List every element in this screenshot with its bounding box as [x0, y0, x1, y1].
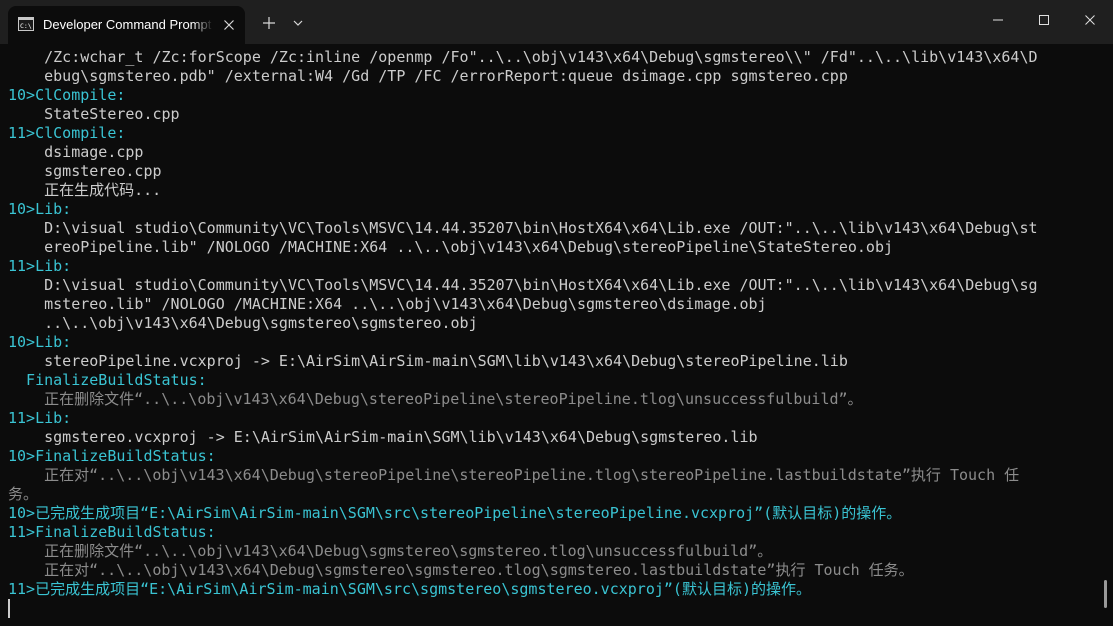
terminal-line-text: 正在对“..\..\obj\v143\x64\Debug\stereoPipel…	[8, 466, 1020, 484]
terminal-line: 务。	[8, 485, 1093, 504]
terminal-line: 10>已完成生成项目“E:\AirSim\AirSim-main\SGM\src…	[8, 504, 1093, 523]
terminal-line-text: 10>已完成生成项目“E:\AirSim\AirSim-main\SGM\src…	[8, 504, 902, 522]
maximize-button[interactable]	[1021, 0, 1067, 40]
terminal-line: 11>已完成生成项目“E:\AirSim\AirSim-main\SGM\src…	[8, 580, 1093, 599]
terminal-icon: C:\	[18, 17, 34, 31]
terminal-line: 10>FinalizeBuildStatus:	[8, 447, 1093, 466]
terminal-line: mstereo.lib" /NOLOGO /MACHINE:X64 ..\..\…	[8, 295, 1093, 314]
terminal-line-text: sgmstereo.vcxproj -> E:\AirSim\AirSim-ma…	[8, 428, 758, 446]
terminal-line-text: D:\visual studio\Community\VC\Tools\MSVC…	[8, 276, 1038, 294]
terminal-line: ..\..\obj\v143\x64\Debug\sgmstereo\sgmst…	[8, 314, 1093, 333]
terminal-line: ereoPipeline.lib" /NOLOGO /MACHINE:X64 .…	[8, 238, 1093, 257]
terminal-line	[8, 599, 1093, 618]
close-tab-icon[interactable]	[220, 16, 238, 34]
terminal-line-text: ebug\sgmstereo.pdb" /external:W4 /Gd /TP…	[8, 67, 848, 85]
terminal-line: 10>Lib:	[8, 200, 1093, 219]
terminal-line-text: StateStereo.cpp	[8, 105, 180, 123]
minimize-button[interactable]	[975, 0, 1021, 40]
terminal-line-text: 正在删除文件“..\..\obj\v143\x64\Debug\stereoPi…	[8, 390, 863, 408]
title-bar: C:\ Developer Command Prompt for VS 2022	[0, 0, 1113, 44]
terminal-line: dsimage.cpp	[8, 143, 1093, 162]
terminal-line-text: /Zc:wchar_t /Zc:forScope /Zc:inline /ope…	[8, 48, 1038, 66]
terminal-line-text: dsimage.cpp	[8, 143, 144, 161]
terminal-window: C:\ Developer Command Prompt for VS 2022	[0, 0, 1113, 626]
terminal-line: 正在生成代码...	[8, 181, 1093, 200]
terminal-line-text: 正在生成代码...	[8, 181, 162, 199]
tab-developer-command-prompt[interactable]: C:\ Developer Command Prompt for VS 2022	[8, 6, 245, 44]
scrollbar-thumb[interactable]	[1104, 580, 1107, 608]
text-cursor	[8, 599, 10, 618]
terminal-line: 11>Lib:	[8, 409, 1093, 428]
terminal-line: 10>Lib:	[8, 333, 1093, 352]
terminal-line: ebug\sgmstereo.pdb" /external:W4 /Gd /TP…	[8, 67, 1093, 86]
terminal-line: D:\visual studio\Community\VC\Tools\MSVC…	[8, 219, 1093, 238]
terminal-line: FinalizeBuildStatus:	[8, 371, 1093, 390]
close-icon	[1085, 15, 1095, 25]
terminal-line: 正在删除文件“..\..\obj\v143\x64\Debug\stereoPi…	[8, 390, 1093, 409]
terminal-line-text: 11>已完成生成项目“E:\AirSim\AirSim-main\SGM\src…	[8, 580, 811, 598]
terminal-line-text: 10>FinalizeBuildStatus:	[8, 447, 216, 465]
terminal-line: stereoPipeline.vcxproj -> E:\AirSim\AirS…	[8, 352, 1093, 371]
terminal-line: sgmstereo.cpp	[8, 162, 1093, 181]
terminal-line-text: 务。	[8, 485, 39, 503]
terminal-line: sgmstereo.vcxproj -> E:\AirSim\AirSim-ma…	[8, 428, 1093, 447]
terminal-line-text: 11>Lib:	[8, 409, 72, 427]
terminal-line-text: 正在删除文件“..\..\obj\v143\x64\Debug\sgmstere…	[8, 542, 773, 560]
terminal-line-text: 10>ClCompile:	[8, 86, 126, 104]
minimize-icon	[993, 19, 1003, 21]
terminal-line-text: 10>Lib:	[8, 200, 72, 218]
terminal-line: 11>ClCompile:	[8, 124, 1093, 143]
terminal-line-text: 11>FinalizeBuildStatus:	[8, 523, 216, 541]
terminal-line: StateStereo.cpp	[8, 105, 1093, 124]
terminal-line: D:\visual studio\Community\VC\Tools\MSVC…	[8, 276, 1093, 295]
tab-title: Developer Command Prompt for VS 2022	[43, 17, 213, 32]
terminal-line: 正在对“..\..\obj\v143\x64\Debug\sgmstereo\s…	[8, 561, 1093, 580]
maximize-icon	[1039, 15, 1049, 25]
terminal-line-text: sgmstereo.cpp	[8, 162, 162, 180]
terminal-line: 正在对“..\..\obj\v143\x64\Debug\stereoPipel…	[8, 466, 1093, 485]
terminal-line-text: ereoPipeline.lib" /NOLOGO /MACHINE:X64 .…	[8, 238, 894, 256]
terminal-line-text: 10>Lib:	[8, 333, 72, 351]
terminal-output[interactable]: /Zc:wchar_t /Zc:forScope /Zc:inline /ope…	[8, 48, 1093, 618]
terminal-line: /Zc:wchar_t /Zc:forScope /Zc:inline /ope…	[8, 48, 1093, 67]
terminal-line: 11>FinalizeBuildStatus:	[8, 523, 1093, 542]
terminal-line-text: ..\..\obj\v143\x64\Debug\sgmstereo\sgmst…	[8, 314, 478, 332]
svg-text:C:\: C:\	[20, 22, 32, 30]
close-button[interactable]	[1067, 0, 1113, 40]
terminal-line-text: mstereo.lib" /NOLOGO /MACHINE:X64 ..\..\…	[8, 295, 767, 313]
terminal-line-text: 11>Lib:	[8, 257, 72, 275]
terminal-line-text: 正在对“..\..\obj\v143\x64\Debug\sgmstereo\s…	[8, 561, 914, 579]
terminal-line: 11>Lib:	[8, 257, 1093, 276]
terminal-line-text: stereoPipeline.vcxproj -> E:\AirSim\AirS…	[8, 352, 848, 370]
terminal-line: 正在删除文件“..\..\obj\v143\x64\Debug\sgmstere…	[8, 542, 1093, 561]
new-tab-icon[interactable]	[259, 13, 279, 33]
terminal-line-text: D:\visual studio\Community\VC\Tools\MSVC…	[8, 219, 1038, 237]
terminal-line: 10>ClCompile:	[8, 86, 1093, 105]
chevron-down-icon[interactable]	[290, 16, 306, 30]
terminal-line-text: FinalizeBuildStatus:	[8, 371, 207, 389]
terminal-line-text: 11>ClCompile:	[8, 124, 126, 142]
